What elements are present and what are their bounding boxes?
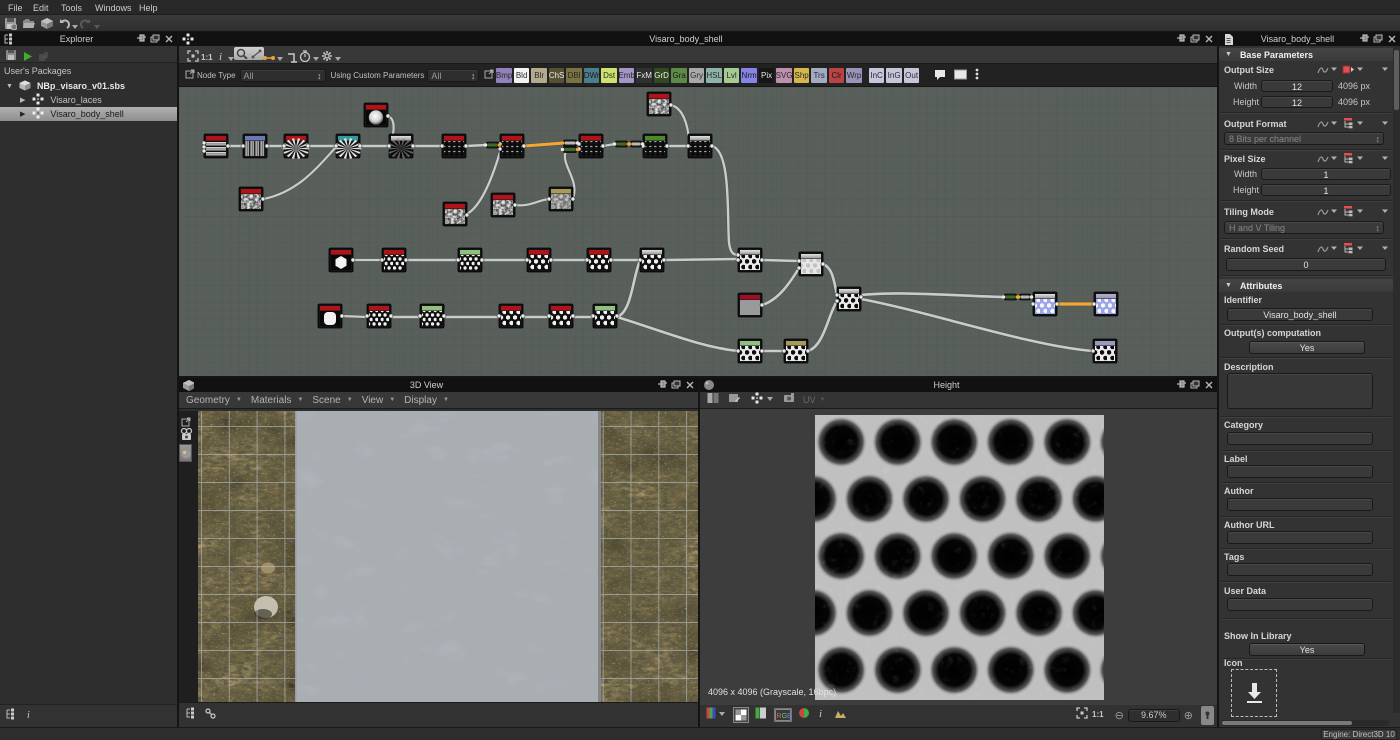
svg-text:4096 x 4096 (Grayscale, 16bpc): 4096 x 4096 (Grayscale, 16bpc): [708, 687, 836, 697]
svg-text:i: i: [219, 51, 222, 62]
svg-text:RGB: RGB: [777, 713, 792, 720]
svg-text:1:1: 1:1: [201, 53, 213, 62]
svg-text:i: i: [27, 710, 30, 720]
svg-text:i: i: [819, 708, 822, 719]
svg-text:1:1: 1:1: [1092, 710, 1104, 719]
